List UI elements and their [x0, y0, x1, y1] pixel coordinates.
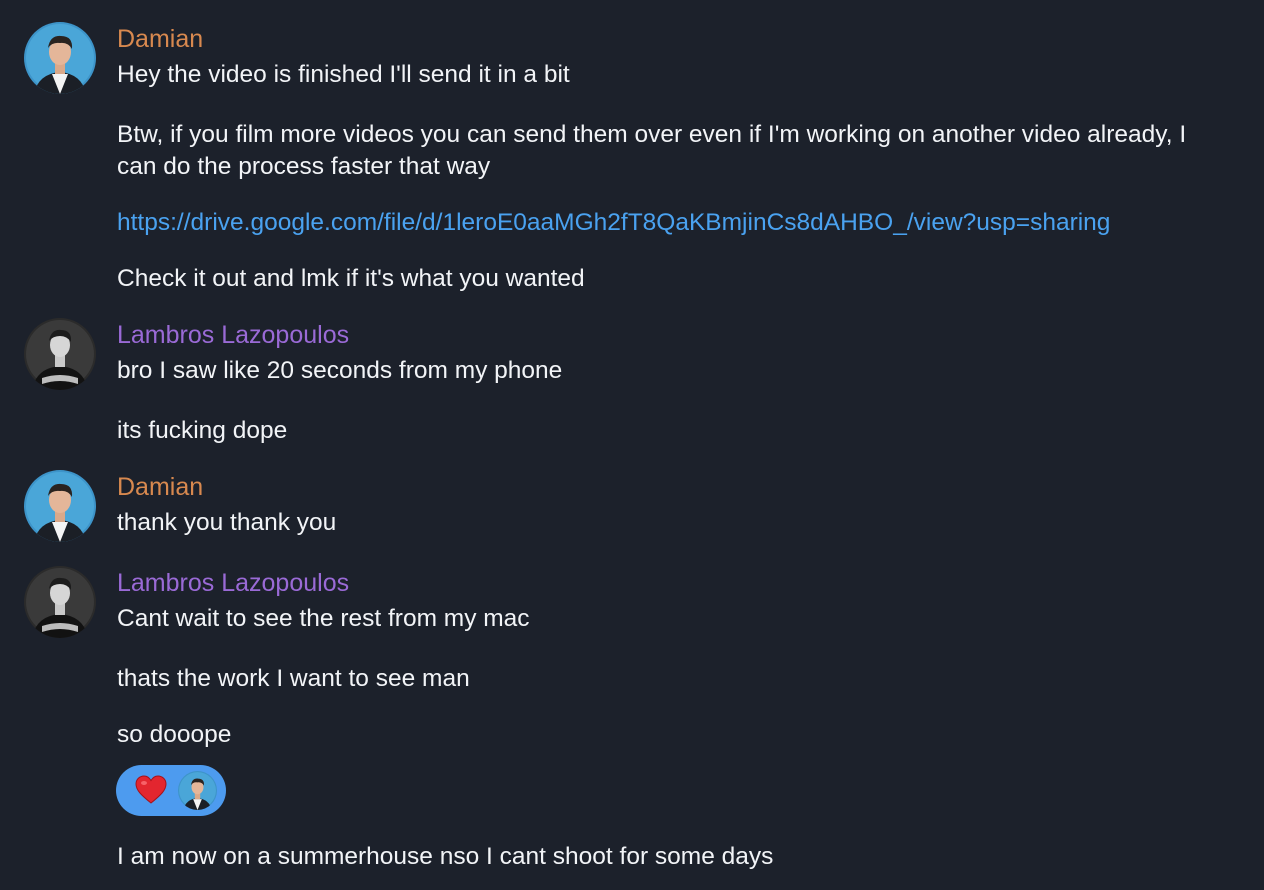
avatar[interactable] [24, 470, 96, 542]
reactor-avatar [178, 771, 217, 810]
avatar[interactable] [24, 566, 96, 638]
message-text: thats the work I want to see man [117, 665, 470, 692]
sender-name[interactable]: Damian [117, 472, 203, 502]
heart-icon [135, 775, 167, 810]
message-text: Btw, if you film more videos you can sen… [117, 121, 1187, 180]
sender-name[interactable]: Lambros Lazopoulos [117, 320, 349, 350]
sender-name[interactable]: Damian [117, 24, 203, 54]
message-text: bro I saw like 20 seconds from my phone [117, 357, 563, 384]
message-text: Hey the video is finished I'll send it i… [117, 61, 570, 88]
avatar[interactable] [24, 318, 96, 390]
avatar[interactable] [24, 22, 96, 94]
message-text: so dooope [117, 721, 232, 748]
drive-link[interactable]: https://drive.google.com/file/d/1leroE0a… [117, 207, 1110, 239]
chat-history: Damian Hey the video is finished I'll se… [0, 0, 1264, 890]
sender-name[interactable]: Lambros Lazopoulos [117, 568, 349, 598]
message-text: Check it out and lmk if it's what you wa… [117, 265, 585, 292]
message-text: Cant wait to see the rest from my mac [117, 605, 530, 632]
message-text: thank you thank you [117, 509, 337, 536]
reaction-chip[interactable] [116, 765, 226, 816]
message-text: I am now on a summerhouse nso I cant sho… [117, 843, 774, 870]
message-text: its fucking dope [117, 417, 288, 444]
